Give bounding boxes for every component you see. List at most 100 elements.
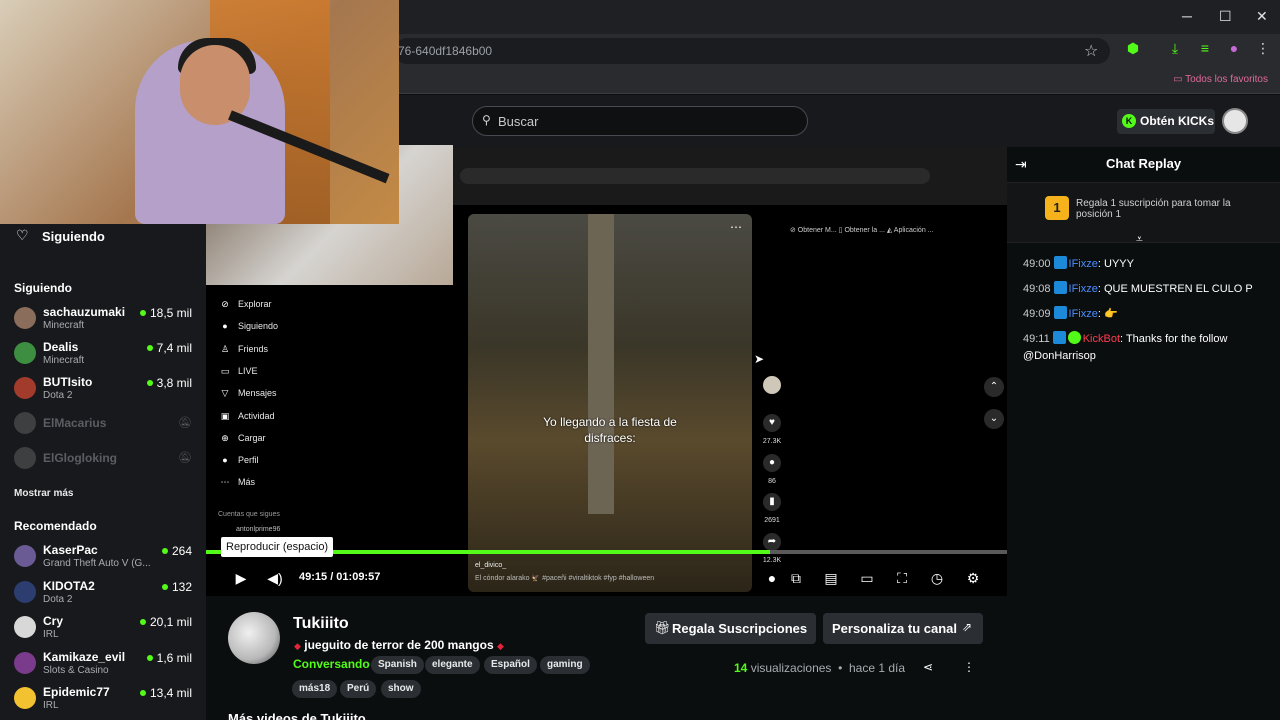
category-link[interactable]: Conversando: [293, 657, 370, 671]
channel-avatar: [14, 616, 36, 638]
media-icon[interactable]: ≡: [1196, 40, 1214, 58]
tag-chip[interactable]: Spanish: [371, 656, 424, 674]
close-window-button[interactable]: ✕: [1256, 8, 1268, 25]
tiktok-nav-icon: ⊘: [221, 299, 229, 309]
channel-item[interactable]: BUTIsito Dota 2 3,8 mil: [14, 375, 198, 407]
address-bar[interactable]: [394, 38, 1110, 64]
message-username[interactable]: IFixze: [1069, 258, 1098, 270]
volume-icon[interactable]: ◀): [266, 570, 284, 587]
theater-mode-icon[interactable]: ▭: [858, 570, 876, 587]
play-icon[interactable]: ▶: [232, 570, 250, 587]
notifications-off-icon: 🔕︎: [178, 417, 192, 429]
channel-avatar: [14, 545, 36, 567]
tiktok-nav-item: ⋯ Más: [218, 477, 256, 491]
tiktok-nav-label: Más: [238, 477, 256, 488]
clip-icon[interactable]: ▤: [822, 570, 840, 587]
tiktok-nav-item: ⊘ Explorar: [218, 299, 271, 313]
tiktok-share-count: 12.3K: [762, 557, 782, 564]
search-icon: ⚲: [482, 113, 491, 127]
tiktok-nav-icon: ●: [222, 321, 228, 332]
tag-chip[interactable]: Perú: [340, 680, 377, 698]
channel-item[interactable]: Kamikaze_evil Slots & Casino 1,6 mil: [14, 650, 198, 682]
following-section-label: Siguiendo: [14, 281, 72, 295]
channel-viewers: 3,8 mil: [147, 376, 192, 390]
message-timestamp: 49:08: [1023, 283, 1051, 295]
playback-time: 49:15 / 01:09:57: [299, 571, 381, 583]
sub-badge-icon: [1053, 256, 1067, 269]
tiktok-save-count: 2691: [764, 517, 780, 524]
channel-name: KaserPac: [43, 543, 98, 557]
bookmark-star-icon[interactable]: ☆: [1084, 41, 1098, 61]
download-icon[interactable]: ⤓: [1166, 40, 1184, 58]
flag-icon: ◆: [294, 641, 301, 651]
chat-message: 49:09 IFixze: 👉: [1023, 306, 1273, 323]
heart-icon: ♡: [16, 227, 29, 243]
tag-chip[interactable]: más18: [292, 680, 338, 698]
tiktok-nav-icon: ▭: [220, 365, 230, 376]
extension-puzzle-icon[interactable]: ⬢: [1124, 40, 1142, 58]
channel-item[interactable]: ElGlogloking 🔕︎: [14, 445, 198, 477]
all-bookmarks-link[interactable]: ▭ Todos los favoritos: [1173, 74, 1268, 85]
channel-item[interactable]: Dealis Minecraft 7,4 mil: [14, 340, 198, 372]
tag-chip[interactable]: gaming: [540, 656, 590, 674]
channel-category: Minecraft: [43, 320, 85, 331]
miniplayer-icon[interactable]: ⧉: [787, 570, 805, 587]
streamer-avatar[interactable]: [228, 612, 280, 664]
expand-leaderboard-icon[interactable]: ⩡: [1136, 232, 1143, 247]
channel-category: Dota 2: [43, 593, 73, 605]
channel-name: Dealis: [43, 340, 79, 354]
kicks-coin-icon: K: [1122, 114, 1136, 128]
channel-avatar-small[interactable]: ●: [763, 570, 781, 586]
channel-viewers: 18,5 mil: [140, 306, 192, 320]
get-kicks-label: Obtén KICKs: [1140, 114, 1215, 128]
all-bookmarks-label: Todos los favoritos: [1185, 74, 1268, 85]
settings-gear-icon[interactable]: ⚙: [964, 570, 982, 587]
channel-item[interactable]: KaserPac Grand Theft Auto V (G... 264: [14, 543, 198, 575]
tag-chip[interactable]: show: [381, 680, 421, 698]
browser-menu-icon[interactable]: ⋮: [1254, 40, 1272, 58]
minimize-button[interactable]: ─: [1182, 8, 1192, 24]
channel-avatar: [14, 412, 36, 434]
tiktok-nav-icon: ⋯: [220, 477, 230, 488]
tag-chip[interactable]: elegante: [425, 656, 480, 674]
following-title[interactable]: Siguiendo: [42, 229, 105, 244]
speed-icon[interactable]: ◷: [928, 570, 946, 587]
channel-item[interactable]: Epidemic77 IRL 13,4 mil: [14, 685, 198, 717]
notifications-off-icon: 🔕︎: [178, 452, 192, 464]
channel-item[interactable]: KIDOTA2 Dota 2 132: [14, 579, 198, 611]
recommended-section-label: Recomendado: [14, 519, 97, 533]
more-options-icon[interactable]: ⋮: [963, 660, 975, 674]
show-more-link[interactable]: Mostrar más: [14, 488, 73, 499]
tag-chip[interactable]: Español: [484, 656, 537, 674]
message-username[interactable]: KickBot: [1083, 333, 1120, 345]
sub-badge-icon: [1052, 331, 1066, 344]
tiktok-nav-item: ▽ Mensajes: [218, 388, 277, 402]
chat-message: 49:08 IFixze: QUE MUESTREN EL CULO P: [1023, 281, 1273, 298]
tiktok-nav-label: Actividad: [238, 410, 275, 421]
message-username[interactable]: IFixze: [1069, 308, 1098, 320]
tiktok-nav-item: ♙ Friends: [218, 344, 268, 358]
user-avatar[interactable]: [1222, 108, 1248, 134]
channel-item[interactable]: sachauzumaki Minecraft 18,5 mil: [14, 305, 198, 337]
profile-icon[interactable]: ●: [1225, 40, 1243, 58]
tiktok-following-accounts-label: Cuentas que sigues: [218, 511, 280, 518]
collapse-chat-icon[interactable]: ⇥: [1015, 156, 1027, 173]
channel-category: Grand Theft Auto V (G...: [43, 558, 151, 569]
channel-item[interactable]: ElMacarius 🔕︎: [14, 410, 198, 442]
streamer-name[interactable]: Tukiiito: [293, 615, 349, 633]
tiktok-comment-count: 86: [768, 478, 776, 485]
message-username[interactable]: IFixze: [1069, 283, 1098, 295]
mouse-cursor-icon: ➤: [754, 352, 765, 366]
channel-item[interactable]: Cry IRL 20,1 mil: [14, 614, 198, 646]
maximize-button[interactable]: ☐: [1219, 8, 1232, 25]
tiktok-like-icon: ♥: [763, 414, 781, 432]
tiktok-nav-label: Friends: [238, 343, 269, 354]
tiktok-nav-item: ● Perfil: [218, 455, 258, 469]
time-ago: hace 1 día: [848, 661, 906, 675]
fullscreen-icon[interactable]: ⛶: [893, 570, 911, 587]
external-link-icon: ⇗: [962, 620, 973, 634]
tiktok-nav-item: ● Siguiendo: [218, 321, 278, 335]
tiktok-caption: Yo llegando a la fiesta de disfraces:: [543, 415, 677, 445]
share-icon[interactable]: ⋖: [923, 660, 933, 674]
tiktok-comment-icon: ●: [763, 454, 781, 472]
